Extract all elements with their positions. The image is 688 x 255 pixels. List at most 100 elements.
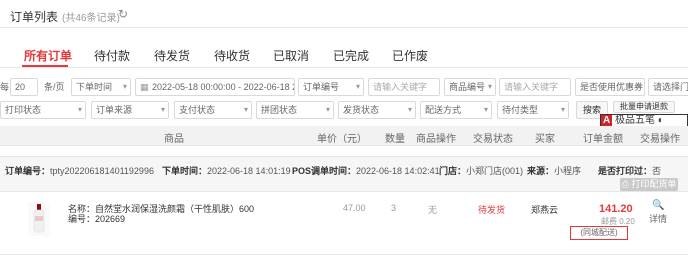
pos-time-value: 2022-06-18 14:02:41	[356, 166, 440, 176]
order-store-value: 小郑门店(001)	[466, 166, 524, 176]
printed-flag-label: 是否打印过：	[598, 166, 653, 176]
order-time-label: 下单时间：	[162, 166, 208, 176]
print-button-label: 打印配货单	[631, 179, 677, 189]
product-code: 编号：202669	[68, 212, 125, 225]
tab-pending-shipment[interactable]: 待发货	[154, 47, 190, 64]
refresh-icon[interactable]: ↻	[118, 7, 128, 21]
order-source-label: 来源：	[527, 166, 555, 176]
order-field-value: 订单编号	[303, 82, 340, 92]
order-source-value: 小程序	[554, 166, 582, 176]
page-size-select[interactable]: 20	[10, 78, 38, 96]
pay-status-select[interactable]: 支付状态 ▾	[174, 101, 252, 119]
chevron-down-icon: ▾	[122, 82, 127, 91]
order-source: 来源：小程序	[527, 164, 581, 177]
order-number-value: tpty202206181401192996	[50, 166, 154, 176]
date-range-picker[interactable]: ▦2022-05-18 00:00:00 - 2022-06-18 23:59:…	[135, 78, 295, 96]
tab-voided[interactable]: 已作废	[392, 47, 428, 64]
tab-pending-receipt[interactable]: 待收货	[214, 47, 250, 64]
store-value: 请选择门店	[653, 82, 688, 92]
print-status-select[interactable]: 打印状态 ▾	[0, 101, 86, 119]
chevron-down-icon: ▾	[487, 82, 492, 91]
col-trade-status: 交易状态	[473, 134, 513, 145]
filter-row-2: 打印状态 ▾ 订单来源 ▾ 支付状态 ▾ 拼团状态 ▾ 发货状态 ▾ 配送方式 ▾ 待付类型…	[0, 101, 688, 121]
batch-refund-button[interactable]: 批量申请退款	[613, 101, 675, 113]
printed-flag: 是否打印过：否	[598, 164, 661, 177]
order-total: 141.20	[599, 203, 633, 215]
order-field-select[interactable]: 订单编号 ▾	[298, 78, 364, 96]
store-select[interactable]: 请选择门店	[648, 78, 688, 96]
pay-type-value: 待付类型	[502, 105, 539, 115]
tab-pending-payment[interactable]: 待付款	[94, 47, 130, 64]
col-order-amount: 订单金额	[583, 134, 623, 145]
keyword-input-2[interactable]: 请输入关键字	[499, 78, 571, 96]
table-header: 商品 单价（元） 数量 商品操作 交易状态 买家 订单金额 交易操作	[0, 126, 688, 146]
active-tab-indicator	[22, 65, 68, 67]
search-icon[interactable]: 🔍	[652, 200, 664, 211]
chevron-down-icon: ▾	[77, 105, 82, 114]
pos-time: POS调单时间：2022-06-18 14:02:41	[292, 164, 440, 177]
product-field-select[interactable]: 商品编号 ▾	[444, 78, 496, 96]
keyword-input-1[interactable]: 请输入关键字	[368, 78, 440, 96]
chevron-down-icon: ▾	[560, 105, 565, 114]
page-size-suffix: 条/页	[44, 82, 65, 92]
col-unit-price: 单价（元）	[317, 134, 367, 145]
col-quantity: 数量	[385, 134, 405, 145]
page-size-prefix: 每	[0, 82, 10, 92]
quantity: 3	[391, 203, 397, 213]
order-source-select[interactable]: 订单来源 ▾	[91, 101, 169, 119]
print-status-value: 打印状态	[5, 105, 42, 115]
order-number: 订单编号：tpty202206181401192996	[5, 164, 154, 177]
chevron-down-icon: ▾	[160, 105, 165, 114]
ime-name: 极品五笔	[615, 115, 656, 126]
chevron-down-icon: ▾	[636, 82, 641, 91]
group-status-select[interactable]: 拼团状态 ▾	[256, 101, 334, 119]
delivery-method-value: 配送方式	[425, 105, 462, 115]
tab-completed[interactable]: 已完成	[333, 47, 369, 64]
order-time: 下单时间：2022-06-18 14:01:19	[162, 164, 291, 177]
detail-link[interactable]: 详情	[649, 212, 667, 225]
order-store: 门店：小郑门店(001)	[439, 164, 523, 177]
product-thumbnail[interactable]	[28, 202, 50, 236]
chevron-down-icon: ▾	[355, 82, 360, 91]
buyer-name: 郑燕云	[531, 205, 559, 215]
pay-type-select[interactable]: 待付类型 ▾	[497, 101, 569, 119]
time-type-select[interactable]: 下单时间 ▾	[71, 78, 131, 96]
ship-status-select[interactable]: 发货状态 ▾	[338, 101, 416, 119]
title-bar: 订单列表 (共46条记录) ↻	[0, 0, 688, 28]
page-title: 订单列表	[10, 10, 59, 24]
order-number-label: 订单编号：	[5, 166, 51, 176]
calendar-icon: ▦	[140, 82, 149, 92]
date-range-value: 2022-05-18 00:00:00 - 2022-06-18 23:59:5…	[152, 82, 294, 92]
ship-status-value: 发货状态	[343, 105, 380, 115]
pos-time-label: POS调单时间：	[292, 166, 357, 176]
order-source-value: 订单来源	[96, 105, 133, 115]
col-buyer: 买家	[535, 134, 555, 145]
chevron-down-icon: ▾	[483, 105, 488, 114]
chevron-down-icon: ▾	[243, 105, 248, 114]
order-tabs: 所有订单 待付款 待发货 待收货 已取消 已完成 已作废	[0, 40, 688, 68]
trade-status: 待发货	[478, 205, 506, 215]
delivery-type-badge: (同城配送)	[570, 226, 628, 240]
product-field-value: 商品编号	[449, 82, 486, 92]
keyword-input-1-placeholder: 请输入关键字	[373, 82, 428, 92]
unit-price: 47.00	[343, 203, 366, 213]
page-size-value: 20	[15, 82, 26, 92]
tab-all-orders[interactable]: 所有订单	[24, 47, 72, 64]
group-status-value: 拼团状态	[261, 105, 298, 115]
order-store-label: 门店：	[439, 166, 467, 176]
ime-badge: A	[601, 115, 613, 126]
order-header-row: 订单编号：tpty202206181401192996 下单时间：2022-06…	[0, 156, 688, 192]
delivery-method-select[interactable]: 配送方式 ▾	[420, 101, 492, 119]
printer-icon: ⎙	[621, 179, 629, 189]
product-code-label: 编号：	[68, 214, 96, 224]
print-picking-list-button[interactable]: ⎙ 打印配货单	[620, 178, 678, 191]
coupon-select[interactable]: 是否使用优惠券 ▾	[575, 78, 645, 96]
printed-flag-value: 否	[652, 166, 662, 176]
chevron-down-icon: ▾	[325, 105, 330, 114]
time-type-value: 下单时间	[76, 82, 113, 92]
col-item-action: 商品操作	[416, 134, 456, 145]
chevron-down-icon: ▾	[407, 105, 412, 114]
tab-cancelled[interactable]: 已取消	[273, 47, 309, 64]
order-item-row: 名称：自然堂水润保湿洗颜霜（干性肌肤）600 编号：202669 47.00 3…	[0, 192, 688, 255]
record-count: (共46条记录)	[62, 13, 120, 24]
